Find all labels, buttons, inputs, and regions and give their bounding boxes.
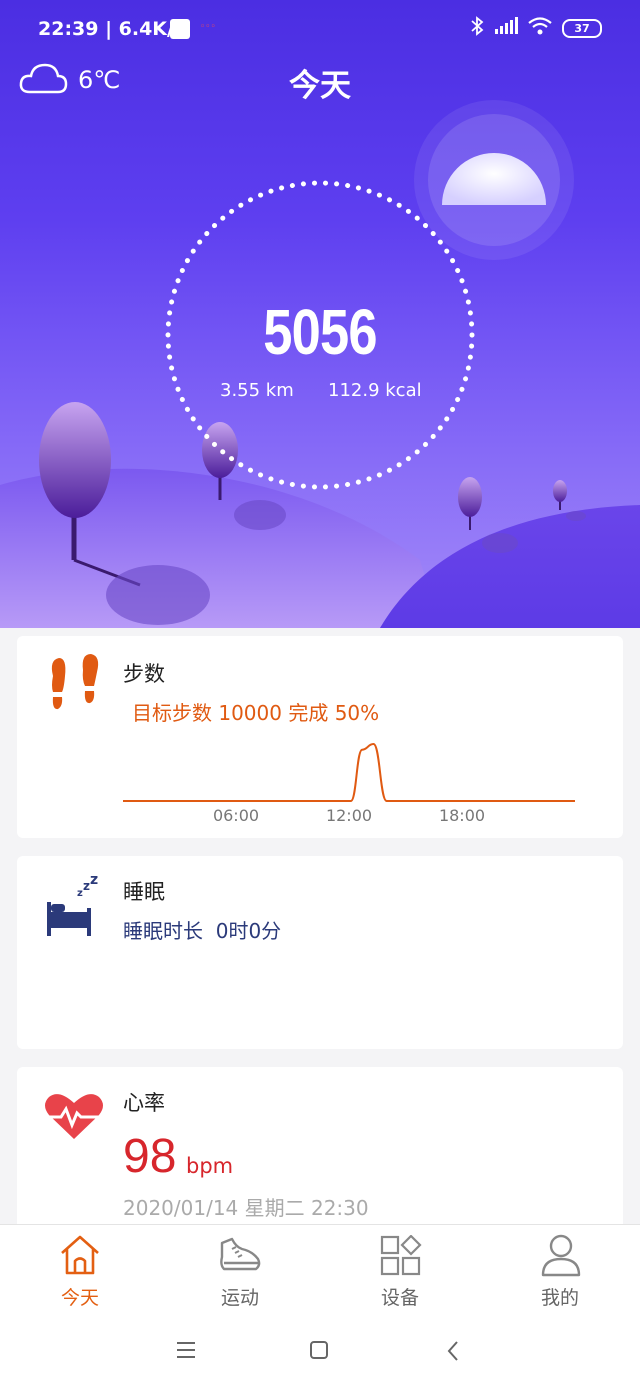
shoe-icon (218, 1235, 262, 1279)
step-count: 5056 (263, 296, 377, 368)
battery-icon: 37 (562, 18, 602, 38)
steps-card-title: 步数 (123, 662, 165, 686)
distance-value: 3.55 km (220, 380, 294, 401)
nav-label-me: 我的 (540, 1287, 579, 1309)
nav-label-sports: 运动 (220, 1287, 259, 1309)
heart-pulse-icon (43, 1091, 105, 1145)
app-notification-icon (170, 19, 190, 39)
heart-rate-datetime: 2020/01/14 星期二 22:30 (123, 1196, 369, 1220)
status-time: 22:39 | 6.4K/s (38, 18, 186, 40)
wifi-icon (528, 17, 552, 39)
sleep-duration-text: 睡眠时长 0时0分 (123, 919, 282, 943)
home-button-icon[interactable] (309, 1340, 329, 1364)
nav-item-sports[interactable]: 运动 (160, 1225, 320, 1311)
home-icon (58, 1233, 102, 1281)
system-nav-bar (0, 1311, 640, 1387)
nav-label-today: 今天 (60, 1287, 99, 1309)
heart-rate-card[interactable]: 心率 98 bpm 2020/01/14 星期二 22:30 (17, 1067, 623, 1237)
heart-card-title: 心率 (123, 1091, 165, 1115)
heart-rate-unit: bpm (186, 1154, 234, 1178)
bottom-nav: 今天 运动 设备 我的 (0, 1224, 640, 1311)
calories-value: 112.9 kcal (328, 380, 422, 401)
svg-text:z: z (90, 874, 98, 888)
x-tick-label: 12:00 (326, 806, 372, 825)
page-title: 今天 (289, 68, 351, 104)
nav-item-today[interactable]: 今天 (0, 1225, 160, 1311)
steps-goal-text: 目标步数 10000 完成 50% (132, 701, 380, 725)
mail-notification-icon: ◦◦◦ (200, 22, 216, 32)
nav-item-devices[interactable]: 设备 (320, 1225, 480, 1311)
signal-icon (494, 17, 518, 39)
x-tick-label: 18:00 (439, 806, 485, 825)
steps-chart: 06:00 12:00 18:00 (123, 742, 575, 825)
back-icon[interactable] (446, 1340, 460, 1366)
person-icon (540, 1233, 582, 1281)
footprints-icon (45, 654, 103, 720)
steps-series-line (123, 742, 575, 802)
x-tick-label: 06:00 (213, 806, 259, 825)
hero-panel: 22:39 | 6.4K/s ◦◦◦ 37 6℃ 今天 5056 3.55 km… (0, 0, 640, 628)
sleep-card-title: 睡眠 (123, 880, 165, 904)
steps-card[interactable]: 步数 目标步数 10000 完成 50% 06:00 12:00 18:00 (17, 636, 623, 838)
sleep-card[interactable]: z z z 睡眠 睡眠时长 0时0分 (17, 856, 623, 1049)
nav-item-me[interactable]: 我的 (480, 1225, 640, 1311)
bluetooth-icon (470, 16, 484, 40)
menu-icon[interactable] (176, 1341, 196, 1363)
heart-rate-value: 98 (123, 1130, 177, 1183)
status-bar: 22:39 | 6.4K/s ◦◦◦ 37 (0, 0, 640, 60)
bed-sleep-icon: z z z (45, 872, 105, 940)
nav-label-devices: 设备 (380, 1287, 419, 1309)
devices-icon (380, 1234, 422, 1281)
svg-text:z: z (83, 879, 90, 893)
